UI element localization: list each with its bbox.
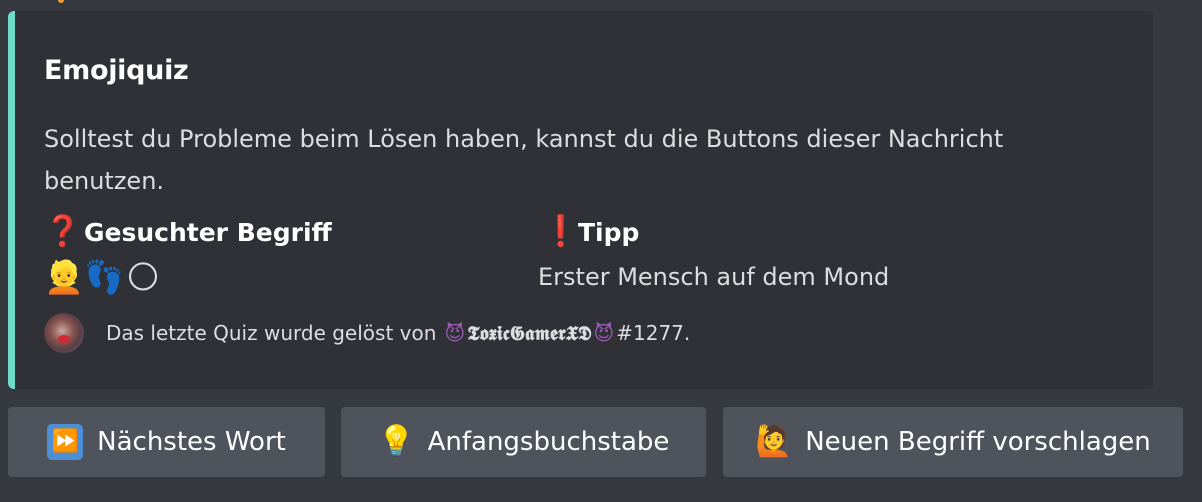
- blond-person-emoji: 👱: [44, 258, 84, 296]
- field-label: Tipp: [578, 217, 640, 247]
- quiz-embed: Emojiquiz Solltest du Probleme beim Löse…: [8, 11, 1153, 389]
- next-word-button[interactable]: ⏩ Nächstes Wort: [8, 407, 325, 477]
- footprints-emoji: 👣: [84, 258, 124, 296]
- field-value: Erster Mensch auf dem Mond: [538, 263, 890, 291]
- light-bulb-icon: 💡: [377, 424, 415, 459]
- button-label: Neuen Begriff vorschlagen: [805, 427, 1151, 457]
- footer-username: 𝕿𝖔𝖝𝖎𝖈𝕲𝖆𝖒𝖊𝖗𝖃𝕯: [467, 321, 592, 345]
- footer-discriminator: #1277.: [616, 321, 691, 345]
- field-label: Gesuchter Begriff: [84, 217, 332, 247]
- smiling-devil-icon: 😈: [444, 321, 466, 345]
- avatar: [44, 313, 84, 353]
- embed-description: Solltest du Probleme beim Lösen haben, k…: [44, 125, 1004, 195]
- embed-footer: Das letzte Quiz wurde gelöst von 😈 𝕿𝖔𝖝𝖎𝖈…: [44, 313, 690, 353]
- button-label: Anfangsbuchstabe: [427, 427, 670, 457]
- full-moon-emoji: 🌕: [126, 258, 160, 296]
- field-name: ❓ Gesuchter Begriff: [44, 214, 332, 250]
- emoji-puzzle: 👱 👣 🌕: [44, 258, 332, 296]
- first-letter-button[interactable]: 💡 Anfangsbuchstabe: [341, 407, 706, 477]
- smiling-devil-icon: 😈: [593, 321, 615, 345]
- top-marker: [58, 0, 64, 3]
- raising-hand-icon: 🙋: [755, 424, 793, 459]
- embed-accent-bar: [8, 11, 15, 389]
- suggest-term-button[interactable]: 🙋 Neuen Begriff vorschlagen: [723, 407, 1183, 477]
- field-name: ❗ Tipp: [538, 214, 889, 250]
- question-mark-icon: ❓: [44, 214, 82, 249]
- embed-title: Emojiquiz: [44, 55, 189, 86]
- fast-forward-icon: ⏩: [47, 424, 84, 460]
- button-label: Nächstes Wort: [97, 427, 286, 457]
- field-searched-term: ❓ Gesuchter Begriff 👱 👣 🌕: [44, 214, 332, 296]
- exclamation-mark-icon: ❗: [542, 214, 580, 249]
- field-tip: ❗ Tipp Erster Mensch auf dem Mond: [538, 214, 889, 296]
- footer-prefix: Das letzte Quiz wurde gelöst von: [106, 321, 437, 345]
- footer-text: Das letzte Quiz wurde gelöst von 😈 𝕿𝖔𝖝𝖎𝖈…: [106, 321, 690, 345]
